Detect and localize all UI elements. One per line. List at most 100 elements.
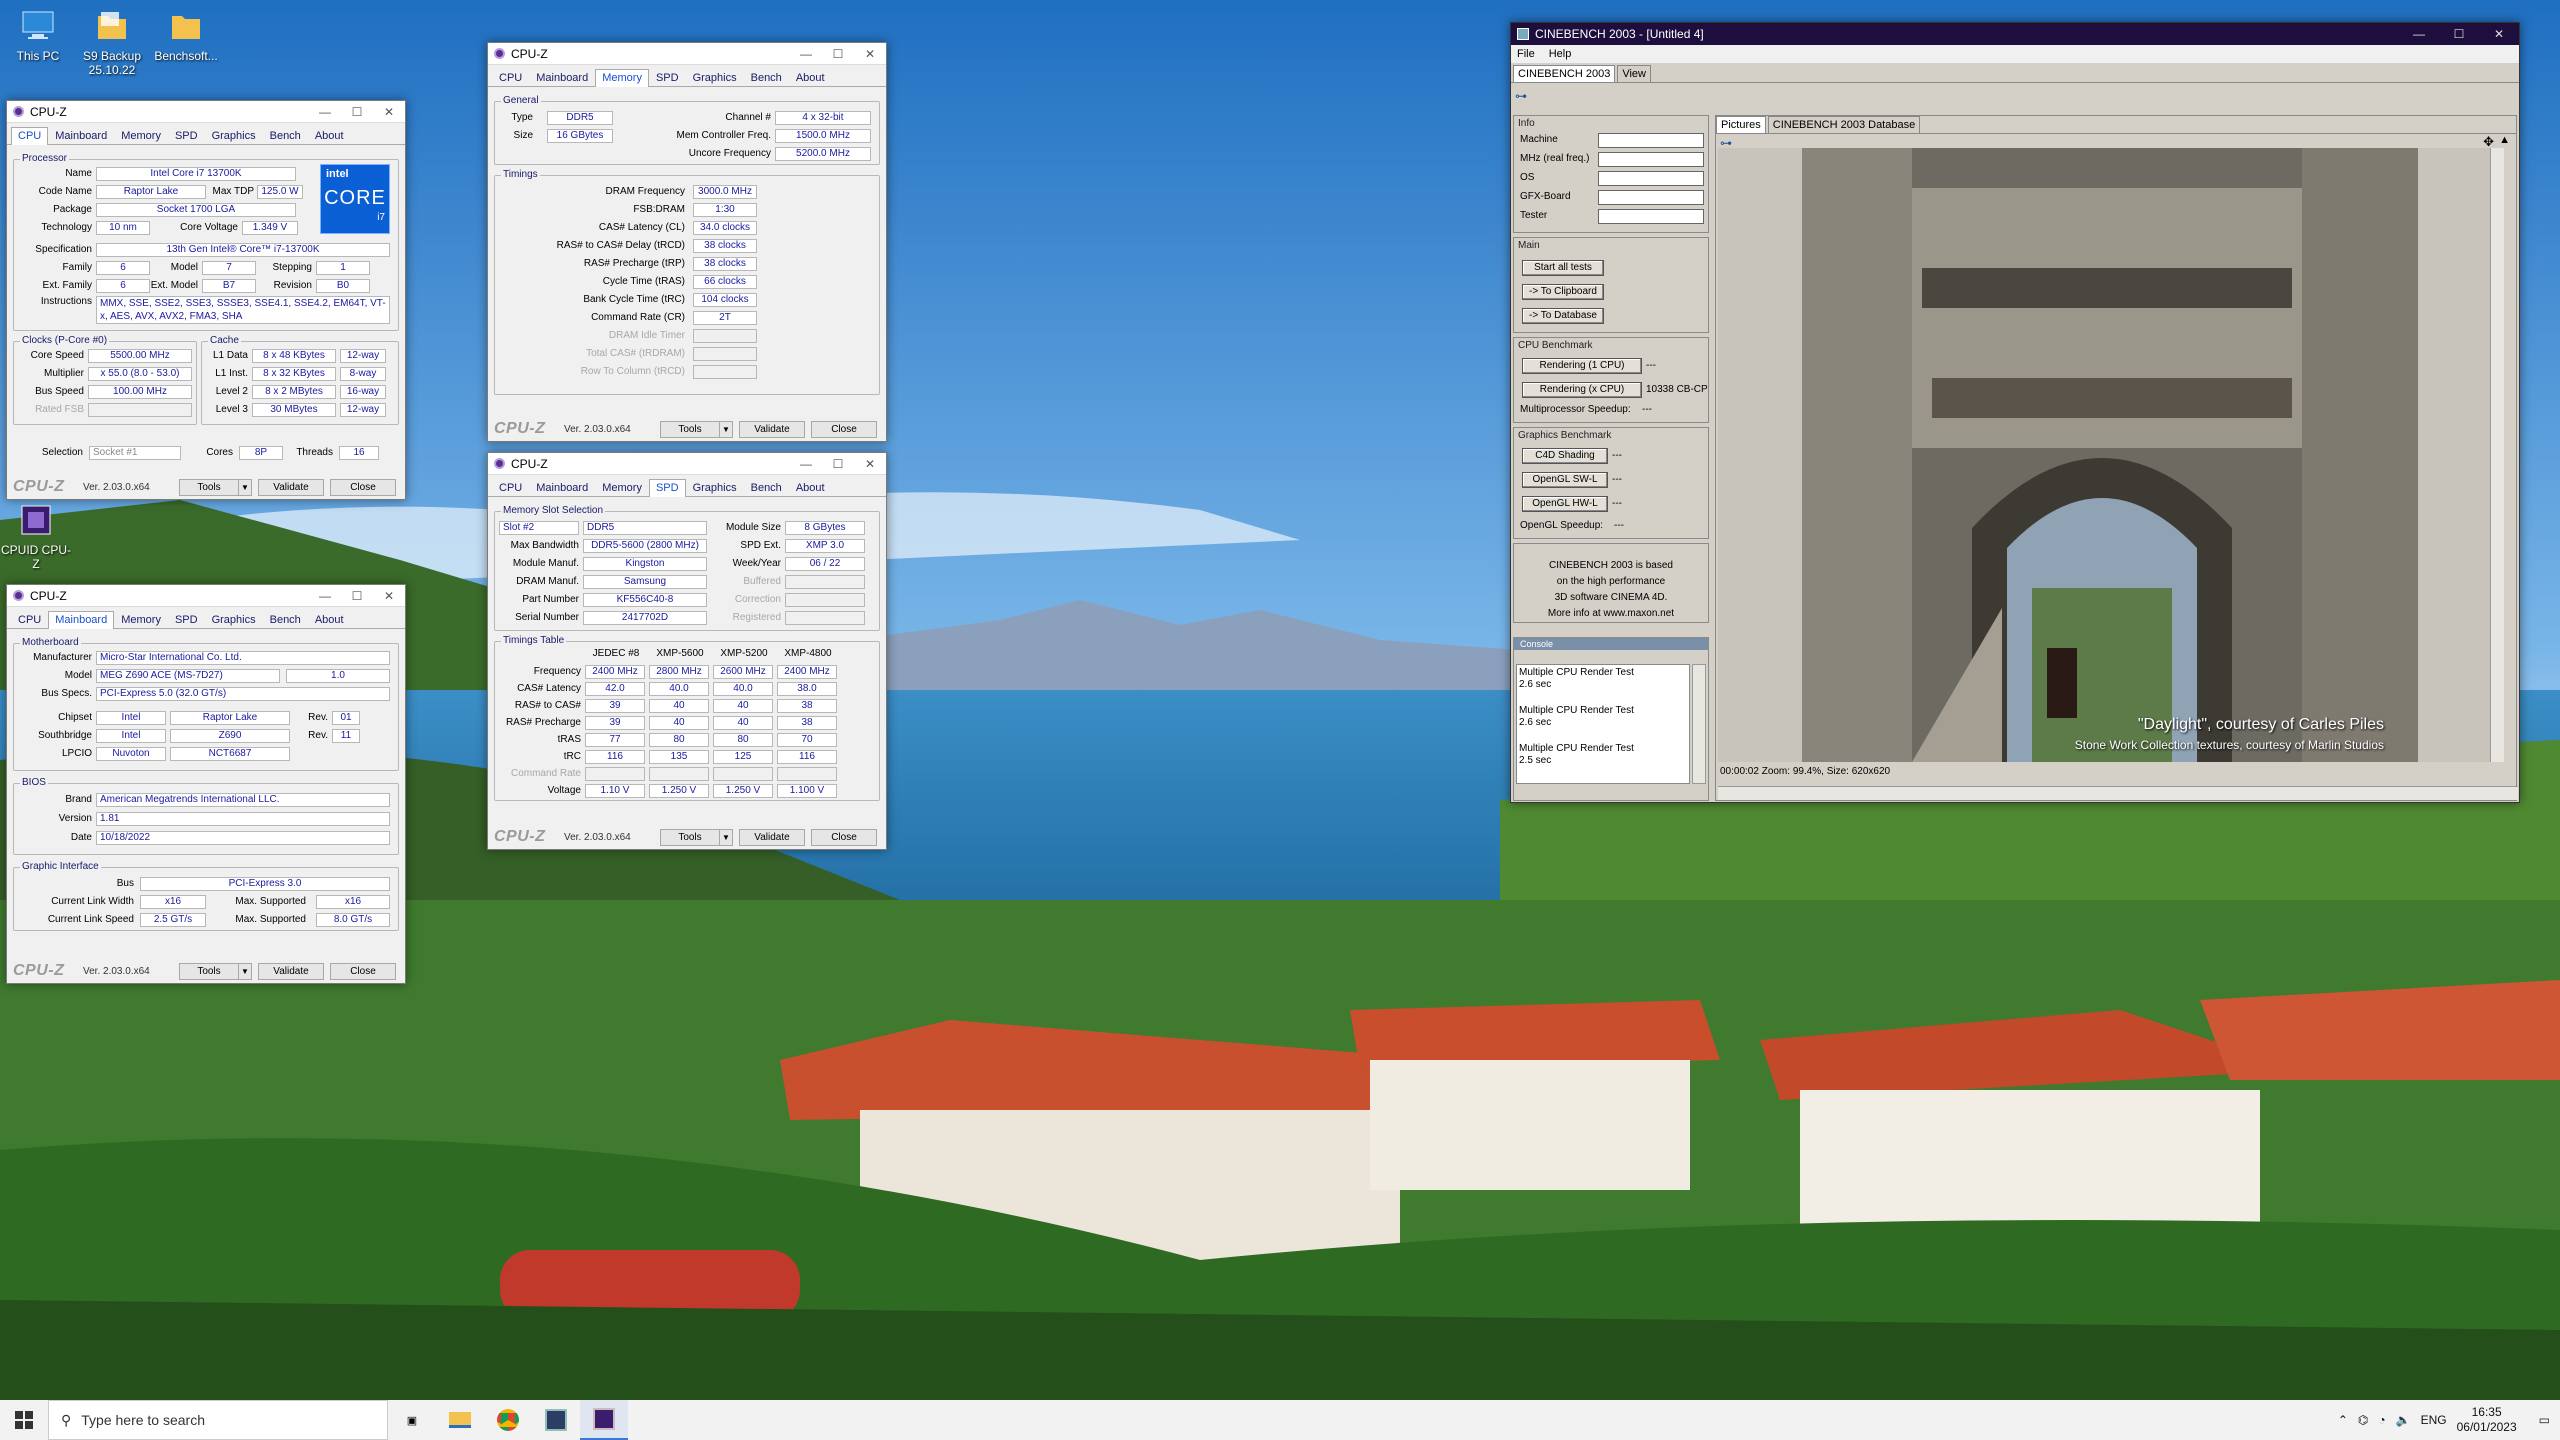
volume-icon[interactable]: 🔈 [2396, 1413, 2411, 1427]
chrome-icon[interactable] [484, 1400, 532, 1440]
horizontal-scrollbar[interactable] [1718, 786, 2518, 800]
maximize-icon[interactable]: ☐ [822, 457, 854, 471]
menu-help[interactable]: Help [1549, 48, 1572, 60]
rendering-1cpu-button[interactable]: Rendering (1 CPU) [1522, 358, 1642, 374]
to-clipboard-button[interactable]: -> To Clipboard [1522, 284, 1604, 300]
tester-field[interactable] [1598, 209, 1704, 224]
vertical-scrollbar[interactable] [2490, 148, 2504, 762]
tab-cpu[interactable]: CPU [492, 69, 529, 87]
c4d-shading-button[interactable]: C4D Shading [1522, 448, 1608, 464]
tab-mainboard[interactable]: Mainboard [48, 611, 115, 629]
tab-spd[interactable]: SPD [168, 127, 205, 145]
notification-icon[interactable]: ▭ [2539, 1413, 2550, 1427]
selection-dropdown[interactable]: Socket #1 [89, 445, 181, 460]
menu-file[interactable]: File [1517, 48, 1535, 60]
close-button[interactable]: Close [330, 962, 396, 980]
rendering-xcpu-button[interactable]: Rendering (x CPU) [1522, 382, 1642, 398]
tab-cpu[interactable]: CPU [11, 127, 49, 145]
chevron-down-icon[interactable]: ▼ [719, 828, 733, 846]
tab-spd[interactable]: SPD [649, 69, 686, 87]
expand-icon[interactable]: ▲ [2499, 134, 2510, 146]
maximize-icon[interactable]: ☐ [2439, 27, 2479, 41]
tab-mainboard[interactable]: Mainboard [48, 127, 114, 145]
to-database-button[interactable]: -> To Database [1522, 308, 1604, 324]
validate-button[interactable]: Validate [258, 478, 324, 496]
slot-dropdown[interactable]: Slot #2 [499, 520, 579, 535]
opengl-hwl-button[interactable]: OpenGL HW-L [1522, 496, 1608, 512]
tools-button[interactable]: Tools [179, 962, 239, 980]
maximize-icon[interactable]: ☐ [341, 105, 373, 119]
minimize-icon[interactable]: — [790, 457, 822, 471]
tab-bench[interactable]: Bench [263, 611, 308, 629]
wifi-icon[interactable]: ◔ [2378, 1413, 2385, 1427]
tab-mainboard[interactable]: Mainboard [529, 479, 595, 497]
minimize-icon[interactable]: — [309, 105, 341, 119]
validate-button[interactable]: Validate [739, 828, 805, 846]
chevron-down-icon[interactable]: ▼ [238, 478, 252, 496]
tab-spd[interactable]: SPD [168, 611, 205, 629]
minimize-icon[interactable]: — [309, 589, 341, 603]
chevron-down-icon[interactable]: ▼ [719, 420, 733, 438]
cpuz-taskbar-icon[interactable] [580, 1400, 628, 1440]
close-button[interactable]: Close [811, 828, 877, 846]
mhz-field[interactable] [1598, 152, 1704, 167]
maximize-icon[interactable]: ☐ [822, 47, 854, 61]
close-icon[interactable]: ✕ [373, 105, 405, 119]
tab-bench[interactable]: Bench [263, 127, 308, 145]
tab-pictures[interactable]: Pictures [1716, 116, 1766, 133]
start-button[interactable] [0, 1400, 48, 1440]
tab-memory[interactable]: Memory [114, 127, 168, 145]
tab-mainboard[interactable]: Mainboard [529, 69, 595, 87]
network-icon[interactable]: ⌬ [2358, 1413, 2368, 1427]
tab-graphics[interactable]: Graphics [686, 479, 744, 497]
file-explorer-icon[interactable] [436, 1400, 484, 1440]
close-icon[interactable]: ✕ [854, 47, 886, 61]
tab-bench[interactable]: Bench [744, 479, 789, 497]
tab-about[interactable]: About [308, 127, 351, 145]
minimize-icon[interactable]: — [790, 47, 822, 61]
gfx-board-field[interactable] [1598, 190, 1704, 205]
tab-about[interactable]: About [789, 69, 832, 87]
tab-graphics[interactable]: Graphics [205, 127, 263, 145]
pin-icon[interactable]: ⊶ [1515, 89, 1527, 103]
machine-field[interactable] [1598, 133, 1704, 148]
tab-database[interactable]: CINEBENCH 2003 Database [1767, 116, 1921, 133]
cinebench-taskbar-icon[interactable] [532, 1400, 580, 1440]
console-scrollbar[interactable] [1692, 664, 1706, 784]
desktop-icon-cpuz[interactable]: CPUID CPU-Z [0, 500, 74, 571]
taskbar-search[interactable]: ⚲ Type here to search [48, 1400, 388, 1440]
desktop-icon-benchsoft[interactable]: Benchsoft... [148, 6, 224, 63]
language-indicator[interactable]: ENG [2421, 1413, 2447, 1427]
close-icon[interactable]: ✕ [373, 589, 405, 603]
os-field[interactable] [1598, 171, 1704, 186]
tab-bench[interactable]: Bench [744, 69, 789, 87]
close-button[interactable]: Close [330, 478, 396, 496]
tab-cpu[interactable]: CPU [492, 479, 529, 497]
minimize-icon[interactable]: — [2399, 27, 2439, 41]
tools-button[interactable]: Tools [660, 420, 720, 438]
tab-view[interactable]: View [1617, 65, 1651, 82]
maximize-icon[interactable]: ☐ [341, 589, 373, 603]
close-button[interactable]: Close [811, 420, 877, 438]
clock[interactable]: 16:35 06/01/2023 [2457, 1405, 2517, 1435]
chevron-down-icon[interactable]: ▼ [238, 962, 252, 980]
tab-cpu[interactable]: CPU [11, 611, 48, 629]
close-icon[interactable]: ✕ [854, 457, 886, 471]
tools-button[interactable]: Tools [660, 828, 720, 846]
tab-graphics[interactable]: Graphics [686, 69, 744, 87]
tab-graphics[interactable]: Graphics [205, 611, 263, 629]
tab-cinebench[interactable]: CINEBENCH 2003 [1513, 65, 1616, 82]
validate-button[interactable]: Validate [739, 420, 805, 438]
task-view-icon[interactable]: ▣ [388, 1400, 436, 1440]
close-icon[interactable]: ✕ [2479, 27, 2519, 41]
start-all-tests-button[interactable]: Start all tests [1522, 260, 1604, 276]
desktop-icon-this-pc[interactable]: This PC [0, 6, 76, 63]
opengl-swl-button[interactable]: OpenGL SW-L [1522, 472, 1608, 488]
chevron-up-icon[interactable]: ⌃ [2338, 1413, 2348, 1427]
tab-memory[interactable]: Memory [114, 611, 168, 629]
validate-button[interactable]: Validate [258, 962, 324, 980]
tab-memory[interactable]: Memory [595, 69, 649, 87]
tab-spd[interactable]: SPD [648, 479, 686, 497]
desktop-icon-s9-backup[interactable]: S9 Backup 25.10.22 [74, 6, 150, 77]
tab-about[interactable]: About [789, 479, 832, 497]
